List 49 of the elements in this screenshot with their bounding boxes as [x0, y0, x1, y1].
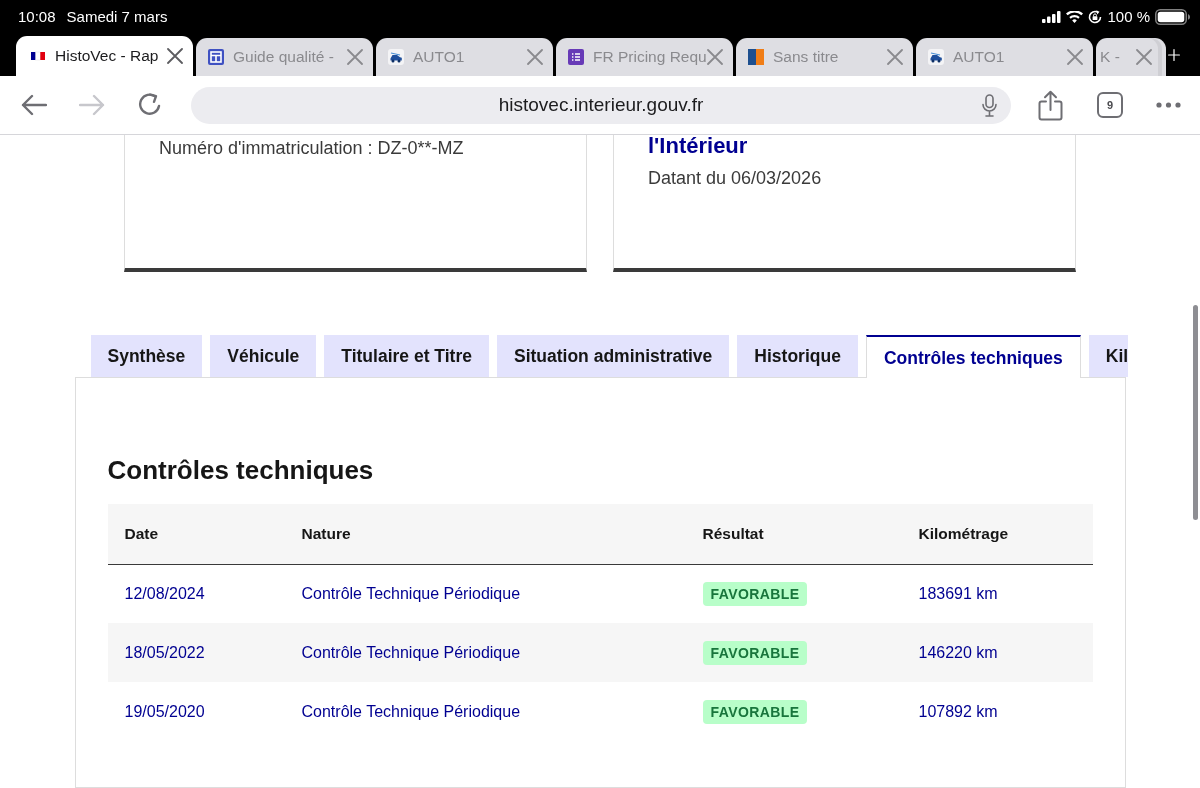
- share-icon[interactable]: [1038, 89, 1063, 121]
- nature-cell: Contrôle Technique Périodique: [284, 623, 686, 682]
- date-cell: 12/08/2024: [107, 564, 285, 623]
- car-icon: [388, 49, 404, 65]
- section-tab[interactable]: Véhicule: [210, 335, 317, 377]
- clock-time: 10:08: [18, 6, 56, 27]
- browser-tab[interactable]: HistoVec - Rap: [16, 36, 193, 76]
- wifi-icon: [1066, 11, 1084, 23]
- card-text: Datant du 06/03/2026: [648, 167, 823, 190]
- mileage-cell: 107892 km: [901, 682, 1093, 741]
- close-icon[interactable]: [167, 48, 183, 64]
- battery-icon: [1155, 9, 1190, 25]
- list-icon: [568, 49, 584, 65]
- date-text: Samedi 7 mars: [66, 6, 168, 27]
- section-heading: Contrôles techniques: [107, 454, 375, 486]
- card-title: l'Intérieur: [648, 135, 749, 157]
- nature-cell: Contrôle Technique Périodique: [284, 682, 686, 741]
- result-badge: FAVORABLE: [702, 581, 808, 606]
- tab-count-button[interactable]: 9: [1097, 92, 1123, 118]
- address-field[interactable]: histovec.interieur.gouv.fr: [191, 86, 1011, 124]
- column-header: Résultat: [685, 504, 902, 564]
- result-badge: FAVORABLE: [702, 640, 808, 665]
- section-tab[interactable]: Kil: [1088, 335, 1129, 377]
- nature-cell: Contrôle Technique Périodique: [284, 564, 686, 623]
- more-icon[interactable]: [1156, 102, 1181, 108]
- section-tab[interactable]: Situation administrative: [496, 335, 730, 377]
- section-tab[interactable]: Contrôles techniques: [865, 335, 1081, 378]
- signal-icon: [1042, 11, 1062, 23]
- mic-icon[interactable]: [982, 93, 997, 117]
- layout-icon: [208, 49, 224, 65]
- mileage-cell: 183691 km: [901, 564, 1093, 623]
- flag-icon: [30, 48, 46, 64]
- back-arrow-icon[interactable]: [21, 94, 47, 116]
- result-badge: FAVORABLE: [702, 699, 808, 724]
- date-cell: 18/05/2022: [107, 623, 285, 682]
- section-tab[interactable]: Historique: [737, 335, 858, 377]
- rotation-lock-icon: [1088, 10, 1103, 24]
- card-text: Numéro d'immatriculation : DZ-0**-MZ: [159, 137, 465, 160]
- column-header: Date: [107, 504, 285, 564]
- section-tab[interactable]: Titulaire et Titre: [324, 335, 489, 377]
- reload-icon[interactable]: [137, 92, 163, 118]
- battery-percentage: 100 %: [1107, 6, 1150, 27]
- column-header: Kilométrage: [901, 504, 1093, 564]
- date-cell: 19/05/2020: [107, 682, 285, 741]
- mileage-cell: 146220 km: [901, 623, 1093, 682]
- split-square-icon: [748, 49, 764, 65]
- section-tab[interactable]: Synthèse: [90, 335, 203, 377]
- car-icon: [928, 49, 944, 65]
- column-header: Nature: [284, 504, 686, 564]
